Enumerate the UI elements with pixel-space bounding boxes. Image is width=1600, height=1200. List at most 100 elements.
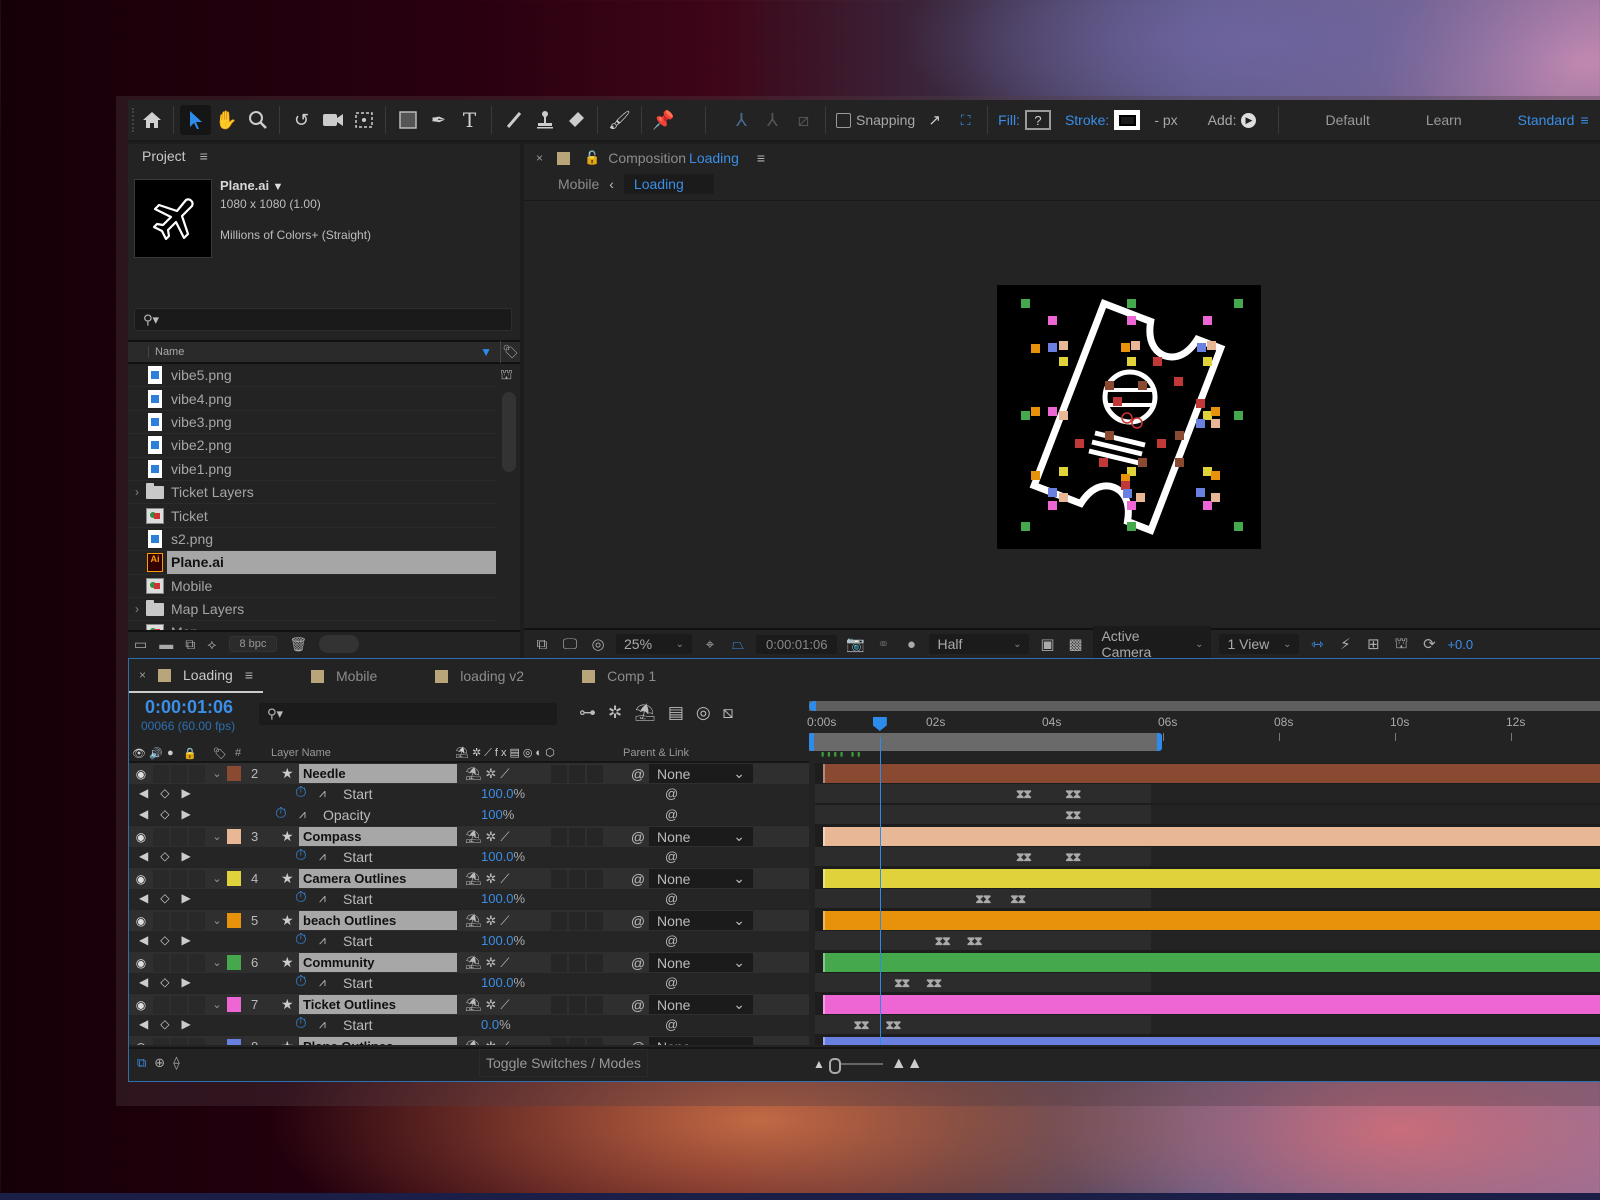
layer-row[interactable]: ◉ ⌄ 4 ★ Camera Outlines ⛱ ✲ ⟋ @ None ⌄ (129, 868, 809, 889)
fx-switch[interactable] (551, 953, 567, 972)
adjust-project-settings-icon[interactable]: ⟡ (207, 636, 216, 653)
collapse-transform-icon[interactable]: ✲ (486, 997, 497, 1013)
rectangle-tool-icon[interactable] (392, 105, 423, 135)
add-keyframe-icon[interactable]: ◇ (160, 849, 169, 863)
layer-label-color[interactable] (227, 871, 241, 886)
audio-switch[interactable] (153, 827, 169, 846)
audio-switch[interactable] (153, 1037, 169, 1045)
next-keyframe-icon[interactable]: ▶ (181, 933, 190, 947)
quality-switch-icon[interactable]: ⟋ (500, 955, 509, 971)
motion-blur-switch[interactable] (587, 764, 603, 783)
stopwatch-icon[interactable]: ⏱ (295, 1015, 307, 1032)
pickwhip-icon[interactable]: @ (627, 1039, 649, 1046)
time-navigator[interactable] (809, 701, 1600, 711)
parent-dropdown[interactable]: None ⌄ (649, 869, 753, 888)
visibility-eye-icon[interactable]: ◉ (129, 767, 153, 781)
prev-keyframe-icon[interactable]: ◀ (139, 933, 148, 947)
fast-previews-icon[interactable]: ⚡ (1335, 635, 1355, 653)
layer-duration-bar[interactable] (823, 869, 1600, 888)
exposure-value[interactable]: +0.0 (1447, 637, 1473, 652)
prev-keyframe-icon[interactable]: ◀ (139, 807, 148, 821)
parent-dropdown[interactable]: None ⌄ (649, 764, 753, 783)
lock-switch[interactable] (189, 764, 205, 783)
pickwhip-icon[interactable]: @ (627, 766, 649, 782)
camera-dropdown[interactable]: Active Camera ⌄ (1093, 626, 1212, 662)
property-track[interactable]: ⧗⧗ ⧗⧗ (815, 889, 1600, 908)
solo-switch[interactable] (171, 995, 187, 1014)
motion-blur-switch[interactable] (587, 995, 603, 1014)
breadcrumb-mobile[interactable]: Mobile (558, 176, 599, 192)
property-number[interactable]: 100.0 (481, 786, 514, 801)
stroke-swatch[interactable] (1114, 110, 1141, 130)
zoom-dropdown[interactable]: 25% ⌄ (616, 634, 692, 654)
add-keyframe-icon[interactable]: ◇ (160, 975, 169, 989)
audio-switch[interactable] (153, 911, 169, 930)
flowchart-icon[interactable]: ⛫ (1391, 635, 1411, 654)
property-row[interactable]: ◀ ◇ ▶ ⏱ ⩘ Start 100.0% @ (129, 847, 809, 867)
layer-row[interactable]: ◉ ⌄ 7 ★ Ticket Outlines ⛱ ✲ ⟋ @ None ⌄ (129, 994, 809, 1015)
parent-dropdown[interactable]: None ⌄ (649, 827, 753, 846)
property-number[interactable]: 100 (481, 807, 503, 822)
clone-stamp-tool-icon[interactable] (529, 105, 560, 135)
property-number[interactable]: 0.0 (481, 1017, 499, 1032)
property-value[interactable]: 100.0% (481, 933, 525, 948)
layer-duration-bar[interactable] (823, 995, 1600, 1014)
layer-duration-bar[interactable] (823, 764, 1600, 783)
expand-chevron-icon[interactable]: › (128, 485, 146, 499)
project-item[interactable]: Ai Plane.ai (128, 551, 496, 575)
quality-switch-icon[interactable]: ⟋ (500, 766, 509, 782)
panel-menu-icon[interactable]: ≡ (757, 150, 765, 166)
zoom-in-icon[interactable]: ▲▲ (891, 1055, 923, 1073)
mask-visibility-icon[interactable]: ⏢ (728, 636, 748, 653)
shy-switch-icon[interactable]: ⛱ (465, 913, 482, 929)
project-footer-toggle[interactable] (319, 635, 360, 653)
property-track[interactable]: ⧗⧗ ⧗⧗ (815, 784, 1600, 803)
graph-icon[interactable]: ⩘ (319, 786, 326, 801)
rotation-tool-icon[interactable]: ↺ (286, 105, 317, 135)
property-value[interactable]: 100.0% (481, 849, 525, 864)
panel-menu-icon[interactable]: ≡ (245, 667, 253, 683)
project-item[interactable]: vibe5.png (128, 364, 496, 388)
project-item[interactable]: vibe3.png (128, 411, 496, 435)
timeline-tab-loading-v2[interactable]: loading v2 (425, 659, 534, 693)
keyframe-pair[interactable]: ⧗⧗ (1065, 850, 1081, 865)
layer-duration-bar[interactable] (823, 953, 1600, 972)
visibility-eye-icon[interactable]: ◉ (129, 1040, 153, 1046)
layer-label-color[interactable] (227, 1039, 241, 1045)
layer-name[interactable]: Plane Outlines (299, 1037, 457, 1045)
property-value[interactable]: 0.0% (481, 1017, 511, 1032)
timeline-tab-loading[interactable]: × Loading ≡ (129, 659, 264, 693)
keyframe-pair[interactable]: ⧗⧗ (935, 934, 951, 949)
frame-blend-switch[interactable] (569, 995, 585, 1014)
collapse-transform-icon[interactable]: ✲ (486, 829, 497, 845)
transparency-grid-icon[interactable]: ▩ (1065, 635, 1085, 653)
stopwatch-icon[interactable]: ⏱ (295, 847, 307, 864)
frame-blend-switch[interactable] (569, 911, 585, 930)
sort-descending-icon[interactable]: ▼ (480, 345, 492, 359)
label-column-icon[interactable]: 🏷 (500, 341, 520, 363)
keyframe-pair[interactable]: ⧗⧗ (886, 1018, 902, 1033)
project-item[interactable]: Ticket (128, 504, 496, 528)
solo-switch[interactable] (171, 911, 187, 930)
timeline-zoom-slider[interactable] (828, 1058, 883, 1074)
project-item[interactable]: vibe4.png (128, 387, 496, 411)
pickwhip-icon[interactable]: @ (627, 913, 649, 929)
brush-tool-icon[interactable] (498, 105, 529, 135)
world-axis-mode-icon[interactable]: ⅄ (757, 105, 788, 135)
breadcrumb-loading[interactable]: Loading (623, 174, 714, 194)
panel-menu-icon[interactable]: ≡ (200, 148, 208, 164)
project-item[interactable]: vibe1.png (128, 458, 496, 481)
snapping-toggle[interactable]: Snapping (836, 112, 915, 128)
layer-name[interactable]: Needle (299, 764, 457, 783)
parent-dropdown[interactable]: None ⌄ (649, 995, 753, 1014)
region-of-interest-icon[interactable]: ▣ (1037, 635, 1057, 653)
timeline-tab-mobile[interactable]: Mobile (301, 659, 387, 693)
next-keyframe-icon[interactable]: ▶ (181, 807, 190, 821)
audio-switch[interactable] (153, 869, 169, 888)
next-keyframe-icon[interactable]: ▶ (181, 849, 190, 863)
layer-label-color[interactable] (227, 997, 241, 1012)
frame-blend-switch[interactable] (569, 1037, 585, 1045)
graph-icon[interactable]: ⩘ (319, 933, 326, 948)
layer-duration-bar[interactable] (823, 827, 1600, 846)
visibility-eye-icon[interactable]: ◉ (129, 956, 153, 970)
